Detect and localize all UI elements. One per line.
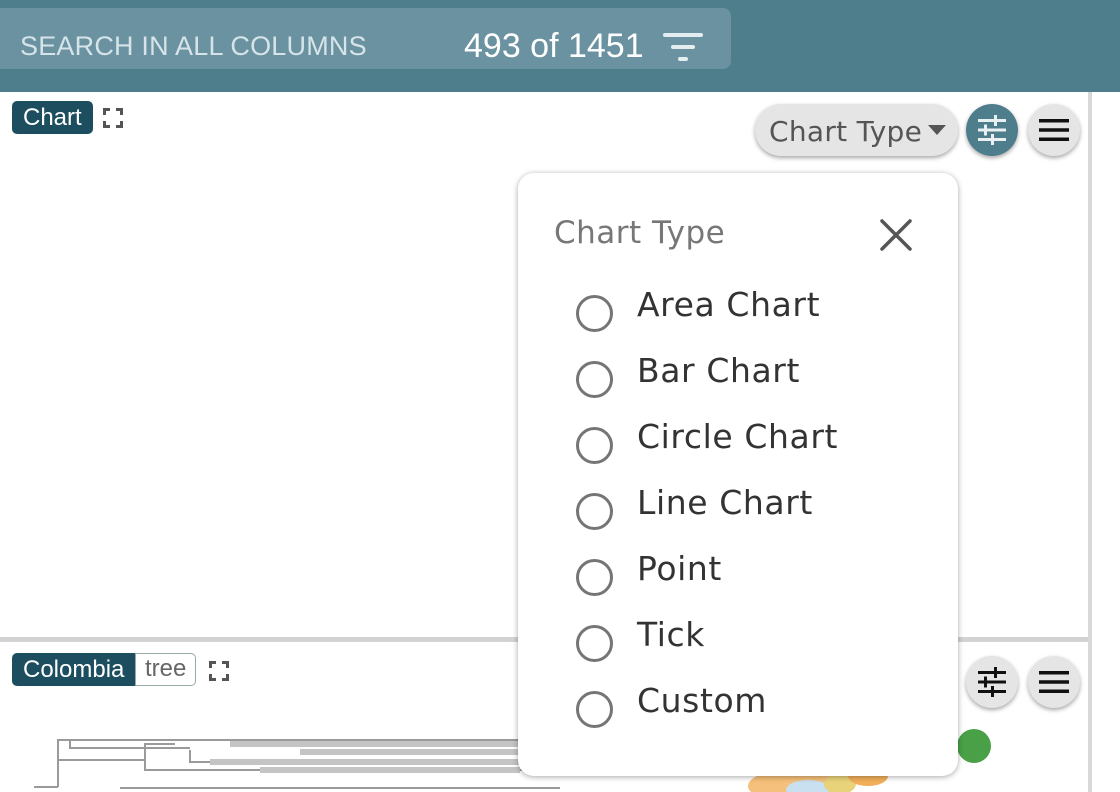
record-count: 493 of 1451 xyxy=(464,27,644,65)
tree-panel-title: Colombia xyxy=(12,653,136,686)
chart-type-dropdown-label: Chart Type xyxy=(769,115,923,148)
expand-icon[interactable] xyxy=(207,659,231,683)
option-tick[interactable]: Tick xyxy=(574,613,914,665)
top-bar: SEARCH IN ALL COLUMNS 493 of 1451 xyxy=(0,0,1120,92)
option-label: Custom xyxy=(637,681,768,720)
option-label: Line Chart xyxy=(637,483,813,522)
sliders-icon xyxy=(978,115,1006,145)
sliders-icon xyxy=(978,667,1006,697)
hamburger-menu-icon xyxy=(1039,119,1069,141)
option-label: Circle Chart xyxy=(637,417,839,456)
option-label: Point xyxy=(637,549,722,588)
radio-button[interactable] xyxy=(576,295,613,332)
option-bar-chart[interactable]: Bar Chart xyxy=(574,349,914,401)
expand-icon[interactable] xyxy=(101,106,125,130)
tree-node-marker[interactable] xyxy=(957,729,991,763)
radio-button[interactable] xyxy=(576,361,613,398)
caret-down-icon xyxy=(928,125,946,135)
radio-button[interactable] xyxy=(576,691,613,728)
option-area-chart[interactable]: Area Chart xyxy=(574,283,914,335)
tree-panel-subtype: tree xyxy=(135,653,197,686)
chart-settings-button[interactable] xyxy=(966,104,1018,156)
radio-button[interactable] xyxy=(576,559,613,596)
option-label: Area Chart xyxy=(637,285,821,324)
search-placeholder: SEARCH IN ALL COLUMNS xyxy=(20,31,367,61)
radio-button[interactable] xyxy=(576,493,613,530)
radio-button[interactable] xyxy=(576,427,613,464)
search-input[interactable]: SEARCH IN ALL COLUMNS 493 of 1451 xyxy=(0,8,731,69)
chart-panel-title: Chart xyxy=(12,101,93,134)
panel-divider xyxy=(1088,92,1092,792)
option-label: Tick xyxy=(637,615,705,654)
hamburger-menu-icon xyxy=(1039,671,1069,693)
option-custom[interactable]: Custom xyxy=(574,679,914,731)
popup-title: Chart Type xyxy=(554,215,726,251)
option-circle-chart[interactable]: Circle Chart xyxy=(574,415,914,467)
chart-type-dropdown[interactable]: Chart Type xyxy=(755,104,958,156)
radio-button[interactable] xyxy=(576,625,613,662)
chart-type-popup: Chart Type Area Chart Bar Chart Circle C… xyxy=(518,173,958,776)
option-point[interactable]: Point xyxy=(574,547,914,599)
close-icon[interactable] xyxy=(878,217,914,253)
option-line-chart[interactable]: Line Chart xyxy=(574,481,914,533)
filter-icon[interactable] xyxy=(663,30,703,64)
option-label: Bar Chart xyxy=(637,351,801,390)
chart-menu-button[interactable] xyxy=(1028,104,1080,156)
